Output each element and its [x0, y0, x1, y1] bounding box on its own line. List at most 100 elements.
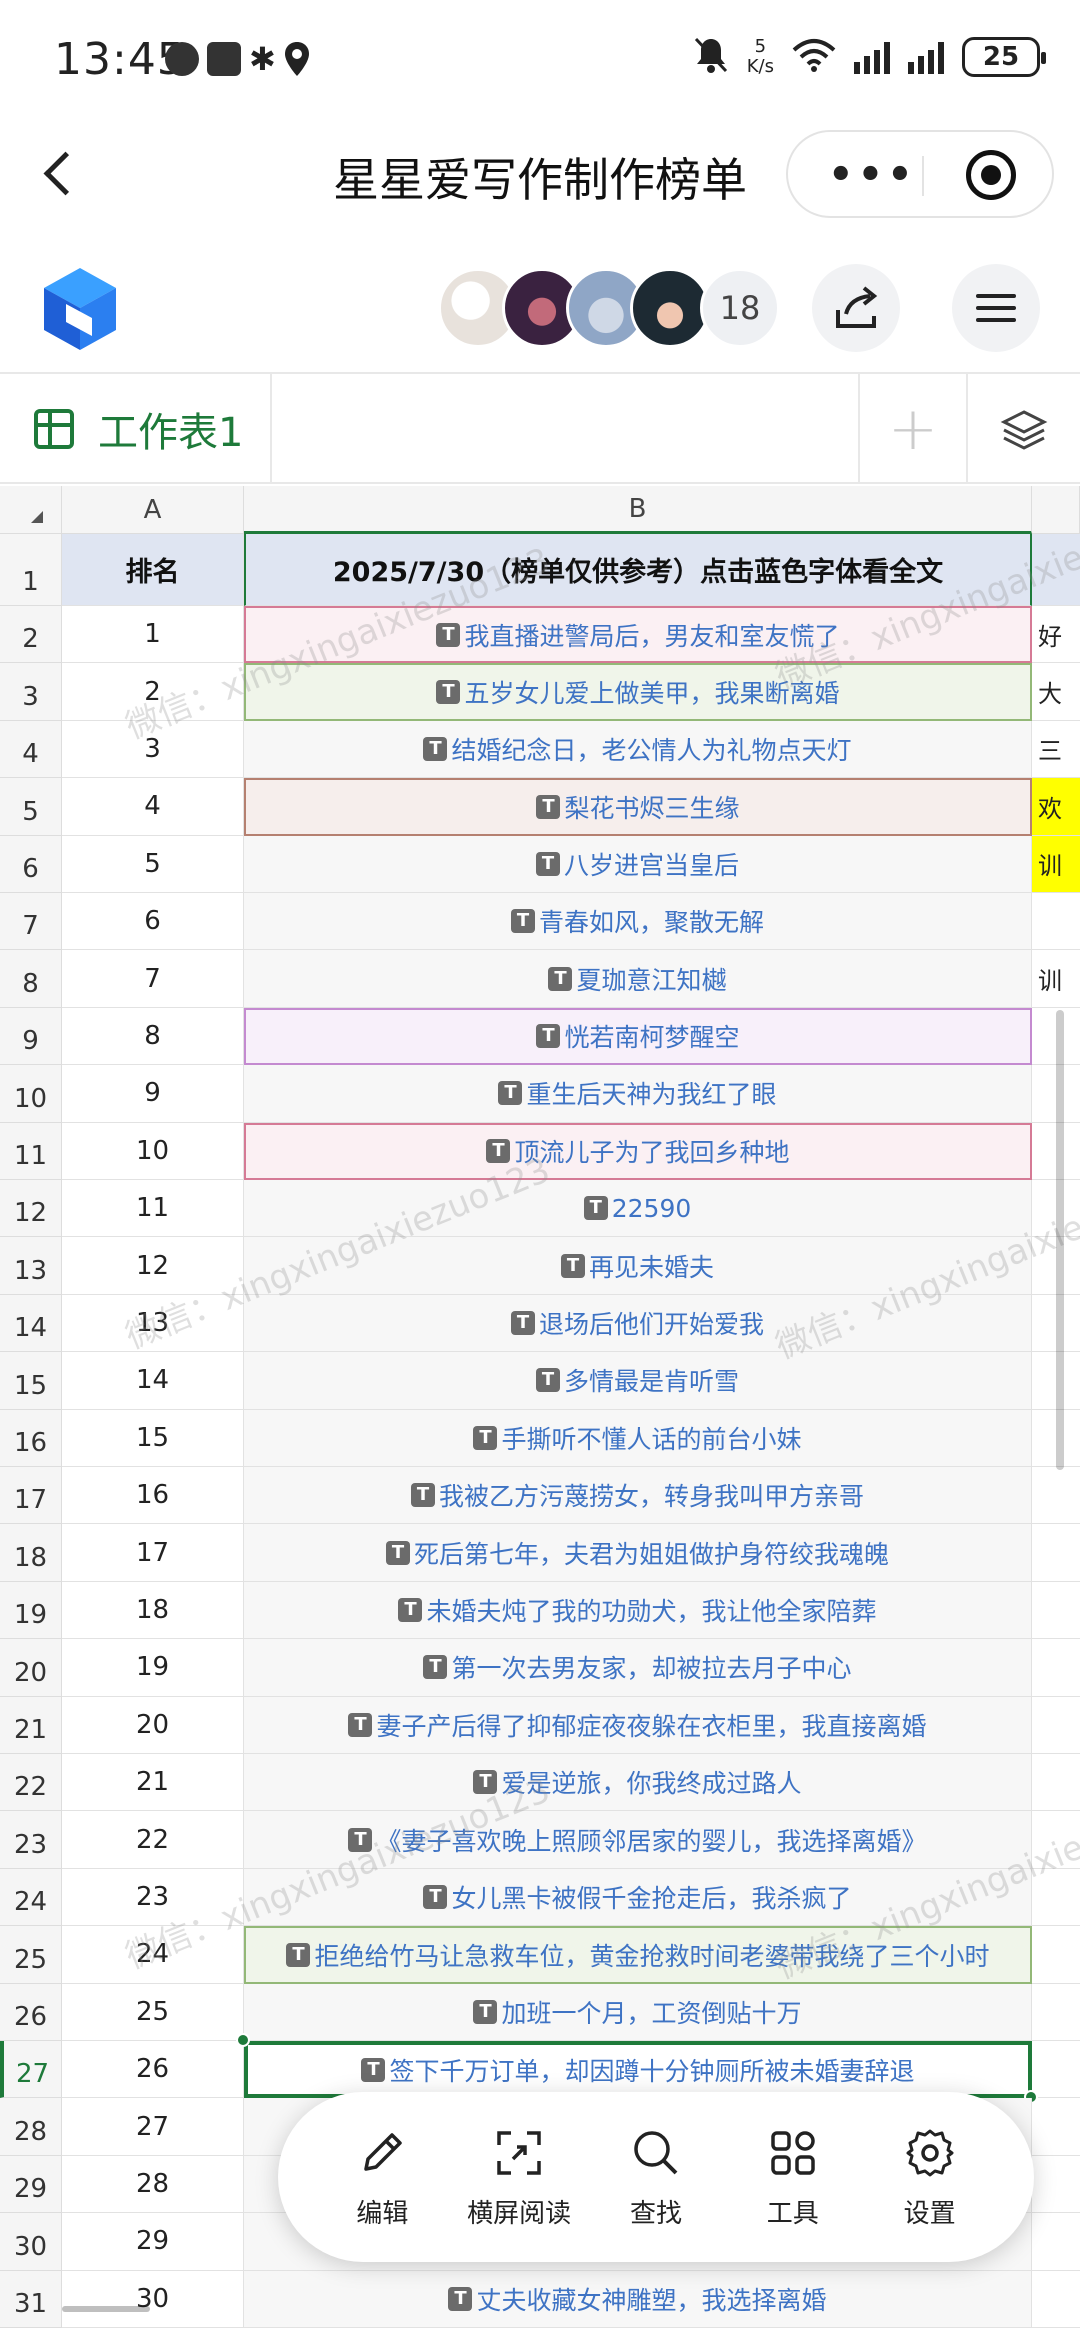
row-number[interactable]: 13	[0, 1237, 62, 1295]
title-cell[interactable]: T 我直播进警局后，男友和室友慌了	[244, 606, 1032, 664]
title-cell[interactable]: T 手撕听不懂人话的前台小妹	[244, 1409, 1032, 1467]
title-cell[interactable]: T 恍若南柯梦醒空	[244, 1007, 1032, 1066]
title-link[interactable]: 再见未婚夫	[589, 1248, 714, 1284]
find-button[interactable]: 查找	[591, 2125, 721, 2230]
header-cell-title[interactable]: 2025/7/30（榜单仅供参考）点击蓝色字体看全文	[244, 534, 1032, 606]
row-number[interactable]: 22	[0, 1754, 62, 1812]
rank-cell[interactable]: 12	[62, 1237, 244, 1295]
title-link[interactable]: 梨花书烬三生缘	[564, 789, 739, 825]
title-link[interactable]: 恍若南柯梦醒空	[564, 1018, 739, 1054]
title-cell[interactable]: T 重生后天神为我红了眼	[244, 1065, 1032, 1123]
title-cell[interactable]: T 妻子产后得了抑郁症夜夜躲在衣柜里，我直接离婚	[244, 1696, 1032, 1754]
row-number[interactable]: 7	[0, 893, 62, 951]
title-link[interactable]: 手撕听不懂人话的前台小妹	[501, 1420, 801, 1456]
overflow-cell[interactable]	[1032, 2098, 1080, 2156]
overflow-cell[interactable]	[1032, 1926, 1080, 1984]
overflow-cell[interactable]	[1032, 1467, 1080, 1525]
rank-cell[interactable]: 17	[62, 1524, 244, 1582]
title-link[interactable]: 多情最是肯听雪	[564, 1362, 739, 1398]
title-cell[interactable]: T 拒绝给竹马让急救车位，黄金抢救时间老婆带我绕了三个小时	[244, 1926, 1032, 1984]
title-cell[interactable]: T 爱是逆旅，你我终成过路人	[244, 1754, 1032, 1812]
overflow-cell[interactable]	[1032, 1984, 1080, 2041]
title-link[interactable]: 女儿黑卡被假千金抢走后，我杀疯了	[451, 1879, 851, 1915]
title-cell[interactable]: T 再见未婚夫	[244, 1237, 1032, 1295]
vertical-scrollbar[interactable]	[1056, 1010, 1064, 1470]
rank-cell[interactable]: 23	[62, 1868, 244, 1927]
row-number[interactable]: 4	[0, 720, 62, 779]
selection-handle[interactable]	[236, 2033, 250, 2047]
rank-cell[interactable]: 16	[62, 1467, 244, 1525]
row-number[interactable]: 6	[0, 835, 62, 893]
title-link[interactable]: 八岁进宫当皇后	[564, 846, 739, 882]
rank-cell[interactable]: 5	[62, 835, 244, 893]
column-header-b[interactable]: B	[244, 486, 1032, 534]
title-link[interactable]: 我被乙方污蔑捞女，转身我叫甲方亲哥	[439, 1477, 864, 1513]
overflow-cell[interactable]: 大	[1032, 663, 1080, 721]
row-number[interactable]: 12	[0, 1180, 62, 1238]
title-cell[interactable]: T 第一次去男友家，却被拉去月子中心	[244, 1639, 1032, 1697]
row-number[interactable]: 10	[0, 1065, 62, 1123]
title-cell[interactable]: T 丈夫收藏女神雕塑，我选择离婚	[244, 2270, 1032, 2328]
title-link[interactable]: 22590	[612, 1194, 692, 1223]
row-number[interactable]: 16	[0, 1409, 62, 1467]
overflow-cell[interactable]: 好	[1032, 606, 1080, 664]
row-number[interactable]: 3	[0, 663, 62, 721]
rank-cell[interactable]: 19	[62, 1639, 244, 1697]
title-link[interactable]: 结婚纪念日，老公情人为礼物点天灯	[451, 731, 851, 767]
rank-cell[interactable]: 11	[62, 1180, 244, 1238]
overflow-cell[interactable]	[1032, 2156, 1080, 2214]
title-cell[interactable]: T 我被乙方污蔑捞女，转身我叫甲方亲哥	[244, 1467, 1032, 1525]
row-number[interactable]: 5	[0, 778, 62, 836]
row-number[interactable]: 21	[0, 1696, 62, 1754]
row-number[interactable]: 8	[0, 950, 62, 1008]
overflow-cell[interactable]	[1032, 2271, 1080, 2328]
rank-cell[interactable]: 14	[62, 1352, 244, 1410]
rank-cell[interactable]: 20	[62, 1696, 244, 1754]
spreadsheet-grid[interactable]: A B 1 排名 2025/7/30（榜单仅供参考）点击蓝色字体看全文 21T我…	[0, 486, 1080, 2331]
rank-cell[interactable]: 25	[62, 1983, 244, 2041]
row-number[interactable]: 30	[0, 2213, 62, 2271]
rank-cell[interactable]: 28	[62, 2155, 244, 2214]
rank-cell[interactable]: 2	[62, 663, 244, 721]
rank-cell[interactable]: 10	[62, 1122, 244, 1180]
rank-cell[interactable]: 27	[62, 2098, 244, 2156]
rank-cell[interactable]: 29	[62, 2213, 244, 2271]
overflow-cell[interactable]	[1032, 893, 1080, 951]
row-number[interactable]: 23	[0, 1811, 62, 1869]
rank-cell[interactable]: 4	[62, 778, 244, 836]
overflow-cell[interactable]	[1032, 1869, 1080, 1927]
header-cell-rank[interactable]: 排名	[62, 534, 244, 606]
title-link[interactable]: 死后第七年，夫君为姐姐做护身符绞我魂魄	[414, 1535, 889, 1571]
overflow-cell[interactable]: 训	[1032, 950, 1080, 1008]
rank-cell[interactable]: 8	[62, 1007, 244, 1066]
row-number[interactable]: 25	[0, 1926, 62, 1984]
title-link[interactable]: 退场后他们开始爱我	[539, 1305, 764, 1341]
settings-button[interactable]: 设置	[865, 2125, 995, 2230]
rank-cell[interactable]: 30	[62, 2270, 244, 2328]
layers-icon[interactable]	[1000, 406, 1048, 454]
overflow-cell[interactable]: 欢	[1032, 778, 1080, 836]
row-number[interactable]: 19	[0, 1581, 62, 1640]
rank-cell[interactable]: 3	[62, 720, 244, 779]
horizontal-scrollbar[interactable]	[62, 2306, 150, 2312]
title-cell[interactable]: T 未婚夫炖了我的功勋犬，我让他全家陪葬	[244, 1581, 1032, 1640]
row-number[interactable]: 20	[0, 1639, 62, 1697]
title-cell[interactable]: T 八岁进宫当皇后	[244, 835, 1032, 893]
title-link[interactable]: 签下千万订单，却因蹲十分钟厕所被未婚妻辞退	[389, 2052, 914, 2088]
row-number[interactable]: 17	[0, 1467, 62, 1525]
rank-cell[interactable]: 7	[62, 950, 244, 1008]
row-number[interactable]: 28	[0, 2098, 62, 2156]
row-number[interactable]: 1	[0, 534, 62, 606]
row-number[interactable]: 14	[0, 1294, 62, 1353]
row-number[interactable]: 26	[0, 1983, 62, 2041]
title-cell[interactable]: T 女儿黑卡被假千金抢走后，我杀疯了	[244, 1868, 1032, 1927]
title-link[interactable]: 夏珈意江知樾	[576, 961, 726, 997]
row-number[interactable]: 27	[0, 2041, 62, 2099]
row-number[interactable]: 9	[0, 1007, 62, 1066]
title-cell[interactable]: T 签下千万订单，却因蹲十分钟厕所被未婚妻辞退	[244, 2041, 1032, 2099]
title-link[interactable]: 我直播进警局后，男友和室友慌了	[464, 617, 839, 653]
overflow-cell[interactable]	[1032, 1582, 1080, 1640]
title-cell[interactable]: T 退场后他们开始爱我	[244, 1294, 1032, 1353]
overflow-cell[interactable]	[1032, 1754, 1080, 1812]
title-cell[interactable]: T 加班一个月，工资倒贴十万	[244, 1983, 1032, 2041]
